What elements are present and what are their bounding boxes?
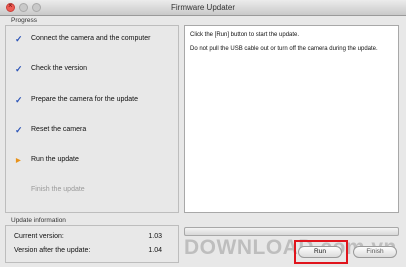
update-info-section-label: Update information (11, 217, 66, 224)
arrow-right-icon: ▶ (16, 158, 21, 164)
step-label: Prepare the camera for the update (31, 96, 139, 103)
finish-button[interactable]: Finish (353, 246, 397, 258)
after-version-row: Version after the update: 1.04 (14, 247, 174, 254)
current-version-row: Current version: 1.03 (14, 233, 174, 240)
progress-steps-panel: ✓ Connect the camera and the computer ✓ … (5, 25, 179, 213)
checkmark-icon: ✓ (15, 125, 23, 135)
current-version-value: 1.03 (148, 233, 162, 240)
step-connect: ✓ Connect the camera and the computer (6, 34, 178, 46)
update-info-panel: Current version: 1.03 Version after the … (5, 225, 179, 263)
title-bar: Firmware Updater (0, 0, 406, 16)
window-title: Firmware Updater (170, 3, 235, 12)
step-label: Reset the camera (31, 126, 87, 133)
checkmark-icon: ✓ (15, 34, 23, 44)
step-label: Connect the camera and the computer (31, 35, 151, 42)
run-button-highlight (294, 240, 348, 264)
step-label: Check the version (31, 65, 88, 72)
message-panel: Click the [Run] button to start the upda… (184, 25, 399, 213)
after-version-value: 1.04 (148, 247, 162, 254)
step-label: Finish the update (31, 186, 85, 193)
step-run-update: ▶ Run the update (6, 155, 178, 167)
step-label: Run the update (31, 156, 79, 163)
progress-section-label: Progress (11, 17, 38, 24)
message-line: Click the [Run] button to start the upda… (190, 32, 300, 38)
step-prepare-camera: ✓ Prepare the camera for the update (6, 95, 178, 107)
step-reset-camera: ✓ Reset the camera (6, 125, 178, 137)
update-progress-bar (184, 227, 399, 236)
step-finish-update: Finish the update (6, 185, 178, 197)
after-version-label: Version after the update: (14, 247, 91, 254)
step-check-version: ✓ Check the version (6, 64, 178, 76)
current-version-label: Current version: (14, 233, 64, 240)
checkmark-icon: ✓ (15, 64, 23, 74)
message-line: Do not pull the USB cable out or turn of… (190, 46, 378, 52)
checkmark-icon: ✓ (15, 95, 23, 105)
